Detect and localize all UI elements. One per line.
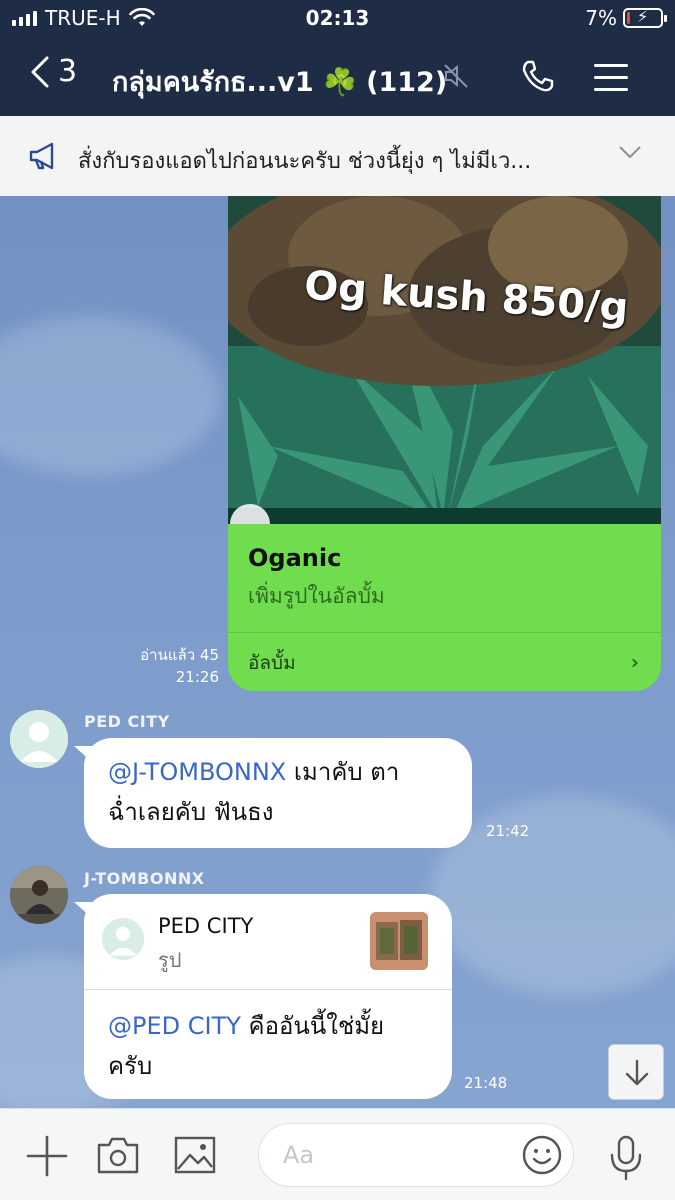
top-bar: TRUE-H 02:13 7% ⚡ 3 กลุ่มคนรักธ...v1 ☘️ … <box>0 0 675 116</box>
album-footer-label: อัลบั้ม <box>248 652 296 674</box>
message-bubble[interactable]: @J-TOMBONNX เมาคับ ตา ฉ่ำเลยคับ ฟันธง <box>74 738 472 848</box>
chevron-left-icon <box>31 56 49 87</box>
image-icon[interactable] <box>174 1135 216 1175</box>
microphone-icon[interactable] <box>606 1135 646 1181</box>
chevron-right-icon: › <box>630 650 639 674</box>
album-caption[interactable]: Oganic เพิ่มรูปในอัลบั้ม <box>228 524 661 632</box>
reply-thumbnail <box>370 912 428 970</box>
sender-name: J-TOMBONNX <box>84 869 205 888</box>
hamburger-menu-icon[interactable] <box>594 64 628 100</box>
camera-icon[interactable] <box>96 1135 140 1175</box>
status-right: 7% ⚡ <box>585 6 667 30</box>
arrow-down-icon <box>625 1059 649 1086</box>
mention-link[interactable]: @J-TOMBONNX <box>108 758 286 786</box>
chat-title[interactable]: กลุ่มคนรักธ...v1 ☘️ (112) <box>112 60 447 103</box>
read-count: อ่านแล้ว 45 <box>140 646 219 664</box>
album-time: 21:26 <box>175 668 219 686</box>
chat-area[interactable]: Og kush 850/g Oganic เพิ่มรูปในอัลบั้ม อ… <box>0 196 675 1108</box>
battery-icon: ⚡ <box>623 7 667 28</box>
plus-icon[interactable] <box>26 1135 68 1177</box>
megaphone-icon <box>29 142 54 170</box>
cannabis-photo <box>228 196 661 524</box>
composer-bar: Aa <box>0 1108 675 1200</box>
status-bar: TRUE-H 02:13 7% ⚡ <box>0 0 675 36</box>
reply-content-type: รูป <box>158 948 182 972</box>
chevron-down-icon[interactable] <box>618 144 642 160</box>
album-subtitle: เพิ่มรูปในอัลบั้ม <box>248 584 385 608</box>
avatar[interactable] <box>10 710 68 768</box>
mute-icon <box>444 64 468 88</box>
phone-call-icon[interactable] <box>520 58 556 94</box>
message-input-placeholder: Aa <box>283 1141 315 1169</box>
default-avatar-icon <box>102 918 144 960</box>
emoji-icon[interactable] <box>521 1134 563 1176</box>
album-card[interactable]: Og kush 850/g Oganic เพิ่มรูปในอัลบั้ม อ… <box>228 196 661 691</box>
mention-link[interactable]: @PED CITY <box>108 1012 241 1040</box>
user-photo-avatar <box>10 866 68 924</box>
message-line: คืออันนี้ใช่มั้ย <box>240 1012 385 1040</box>
reply-sender-name: PED CITY <box>158 914 254 938</box>
read-receipt: อ่านแล้ว 45 21:26 <box>140 644 219 688</box>
message-text: @PED CITY คืออันนี้ใช่มั้ย ครับ <box>108 1006 448 1086</box>
message-time: 21:48 <box>464 1074 508 1092</box>
message-line: ฉ่ำเลยคับ ฟันธง <box>108 798 274 826</box>
announcement-text: สั่งกับรองแอดไปก่อนนะครับ ช่วงนี้ยุ่ง ๆ … <box>78 149 532 174</box>
message-input[interactable]: Aa <box>258 1123 574 1187</box>
reply-avatar <box>102 918 144 960</box>
scroll-down-button[interactable] <box>608 1044 664 1100</box>
status-time: 02:13 <box>305 6 370 30</box>
battery-percent: 7% <box>585 6 617 30</box>
album-photo[interactable]: Og kush 850/g <box>228 196 661 524</box>
avatar[interactable] <box>10 866 68 924</box>
sender-name: PED CITY <box>84 712 170 731</box>
reply-preview[interactable]: PED CITY รูป <box>84 894 452 990</box>
message-text: @J-TOMBONNX เมาคับ ตา ฉ่ำเลยคับ ฟันธง <box>108 752 458 832</box>
message-line: ครับ <box>108 1052 153 1080</box>
back-button[interactable]: 3 <box>30 54 77 89</box>
default-avatar-icon <box>10 710 68 768</box>
message-bubble[interactable]: PED CITY รูป @PED CITY คืออันนี้ใช่มั้ย … <box>74 894 452 1099</box>
chat-header: 3 กลุ่มคนรักธ...v1 ☘️ (112) <box>0 40 675 112</box>
message-time: 21:42 <box>486 822 530 840</box>
announcement-bar[interactable]: สั่งกับรองแอดไปก่อนนะครับ ช่วงนี้ยุ่ง ๆ … <box>0 116 675 196</box>
album-name: Oganic <box>248 544 342 572</box>
album-footer-link[interactable]: อัลบั้ม › <box>228 632 661 691</box>
message-line: เมาคับ ตา <box>286 758 400 786</box>
back-count: 3 <box>58 54 78 89</box>
